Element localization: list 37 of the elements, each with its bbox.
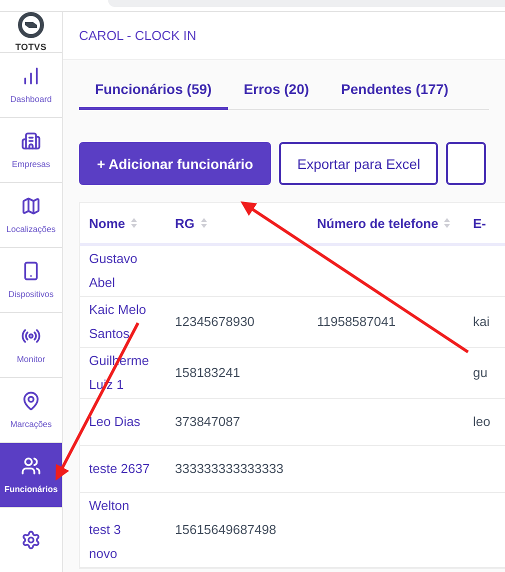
sort-icon[interactable] (200, 218, 206, 228)
column-header[interactable]: Número de telefone (308, 216, 464, 230)
location-pin-icon (21, 391, 41, 411)
table-cell-text: 11958587041 (316, 313, 397, 331)
logo-icon (18, 12, 44, 38)
tab[interactable]: Pendentes (177) (325, 77, 464, 110)
sidebar-item[interactable]: Funcionários (0, 443, 62, 508)
outline-button[interactable]: Exportar para Excel (279, 142, 438, 185)
table-cell-text: 12345678930 (174, 313, 256, 331)
table-cell-text: kai (472, 313, 491, 331)
sort-icon[interactable] (131, 218, 138, 228)
signal-icon (21, 326, 41, 346)
table-cell-text: gu (472, 364, 488, 382)
tab[interactable]: Funcionários (59) (79, 77, 228, 110)
column-header[interactable]: Nome (80, 216, 166, 230)
app-title: CAROL - CLOCK IN (79, 28, 196, 43)
outline-button[interactable] (446, 142, 486, 185)
settings-icon (21, 530, 41, 550)
add-button[interactable]: + Adicionar funcionário (79, 142, 272, 185)
sort-icon[interactable] (444, 218, 450, 228)
column-header[interactable]: E- (464, 216, 505, 230)
column-header[interactable]: RG (166, 216, 308, 230)
logo-text: TOTVS (15, 42, 47, 52)
tab[interactable]: Erros (20) (228, 77, 326, 110)
table-cell-text: 15615649687498 (174, 521, 278, 539)
table-cell-text: leo (472, 413, 492, 431)
name-cell-text: teste 2637 (88, 460, 151, 478)
map-icon (21, 196, 41, 216)
name-cell-text: Gustavo Abel (88, 250, 138, 292)
name-cell-text: Leo Dias (88, 413, 142, 431)
name-cell-text: Welton test 3 novo (88, 497, 130, 563)
users-icon (21, 456, 41, 476)
table-cell-text: 158183241 (174, 364, 242, 382)
table-cell-text: 333333333333333 (174, 460, 284, 478)
building-icon (21, 131, 41, 151)
name-cell-text: Kaic Melo Santos (88, 301, 148, 343)
table-cell-text: 373847087 (174, 413, 242, 431)
